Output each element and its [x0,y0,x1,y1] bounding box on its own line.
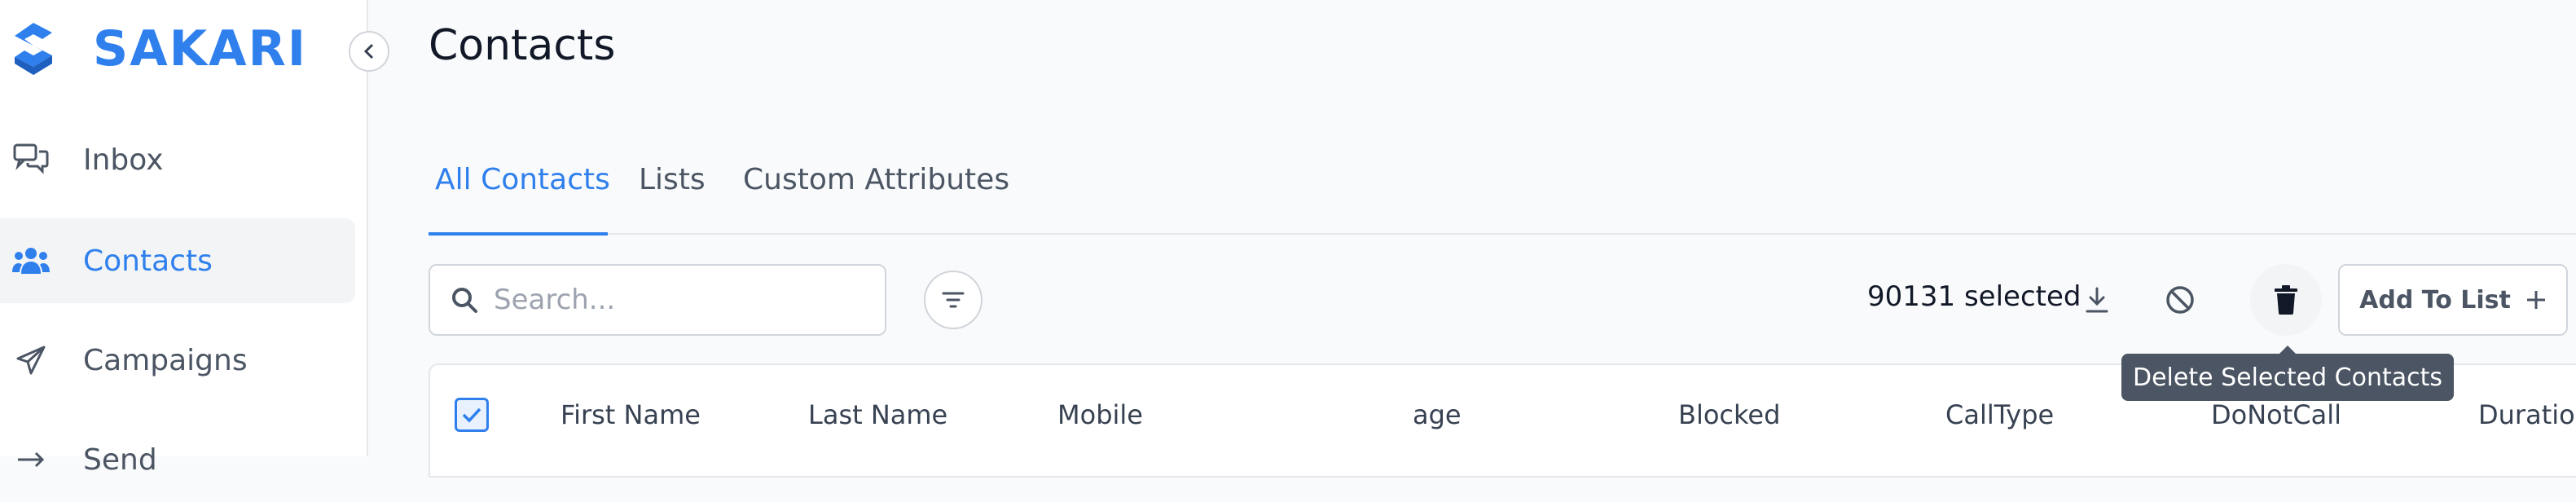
column-header[interactable]: Mobile [1057,399,1143,430]
sidebar-item-label: Contacts [83,244,213,278]
download-icon [2086,287,2108,313]
tab-bar: All Contacts Lists Custom Attributes [429,160,2576,236]
chevron-left-icon [363,43,374,59]
column-header[interactable]: Last Name [808,399,947,430]
search-input[interactable] [492,283,867,317]
arrow-right-icon [11,440,51,479]
search-icon [452,288,477,313]
active-tab-indicator [429,232,608,236]
filter-icon [942,292,965,308]
tab-label: Custom Attributes [743,163,1010,196]
column-header[interactable]: age [1413,399,1462,430]
select-all-checkbox[interactable] [455,398,489,432]
sidebar-item-label: Inbox [83,143,164,177]
tooltip: Delete Selected Contacts [2121,346,2454,401]
sidebar-item-label: Send [83,443,157,477]
sidebar-item-campaigns[interactable]: Campaigns [0,318,355,403]
column-header[interactable]: DoNotCall [2211,399,2341,430]
sidebar-item-contacts[interactable]: Contacts [0,218,355,303]
tab-custom-attributes[interactable]: Custom Attributes [743,160,1009,235]
tab-lists[interactable]: Lists [639,160,706,235]
sidebar-item-inbox[interactable]: Inbox [0,117,355,202]
filter-button[interactable] [924,271,982,329]
block-button[interactable] [2144,264,2216,336]
page-title: Contacts [429,21,616,70]
chat-bubbles-icon [11,140,51,179]
selected-count: 90131 selected [1867,280,2081,313]
tab-label: All Contacts [435,163,610,196]
send-icon [11,341,51,380]
column-header[interactable]: First Name [560,399,701,430]
users-icon [11,241,51,280]
trash-icon [2275,285,2297,315]
plus-icon [2526,291,2545,309]
block-icon [2166,286,2194,314]
column-header[interactable]: Duration [2478,399,2576,430]
tab-all-contacts[interactable]: All Contacts [435,160,610,235]
sakari-logo-icon [15,23,52,75]
download-button[interactable] [2061,264,2133,336]
sidebar-item-send[interactable]: Send [0,417,355,502]
checkmark-icon [462,407,481,423]
add-to-list-button[interactable]: Add To List [2338,264,2568,336]
delete-button[interactable] [2250,264,2322,336]
brand[interactable]: SAKARI [10,20,307,78]
brand-name: SAKARI [93,20,308,77]
sidebar: SAKARI Inbox Contacts Campaigns Send [0,0,368,477]
column-header[interactable]: CallType [1945,399,2054,430]
sidebar-item-label: Campaigns [83,343,248,377]
sidebar-collapse-button[interactable] [349,31,389,72]
search-box[interactable] [429,264,886,336]
add-to-list-label: Add To List [2359,285,2511,315]
column-header[interactable]: Blocked [1678,399,1780,430]
tab-label: Lists [639,163,706,196]
